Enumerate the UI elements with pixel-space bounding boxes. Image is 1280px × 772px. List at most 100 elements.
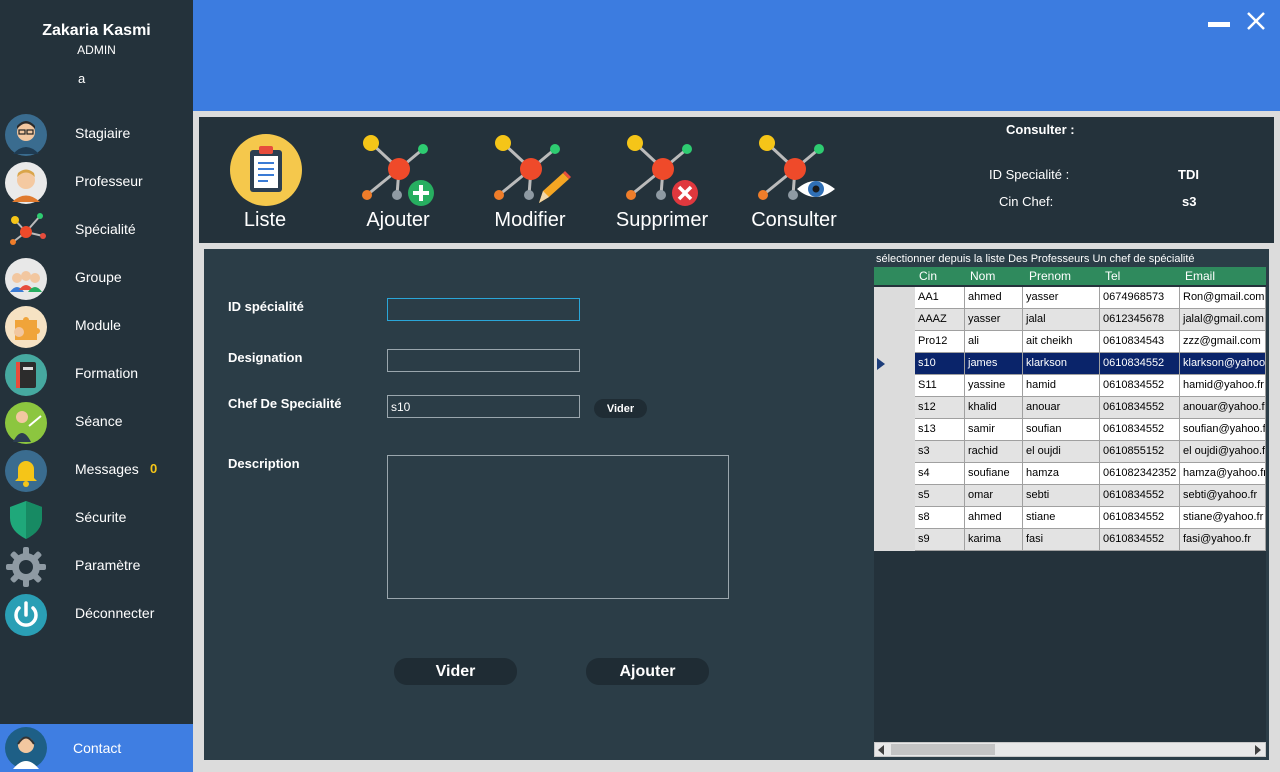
table-cell[interactable]: zzz@gmail.com bbox=[1180, 331, 1266, 353]
sidebar-item-groupe[interactable]: Groupe bbox=[0, 256, 193, 302]
table-cell[interactable]: soufiane bbox=[965, 463, 1023, 485]
table-cell[interactable]: s9 bbox=[915, 529, 965, 551]
table-cell[interactable]: AAAZ bbox=[915, 309, 965, 331]
table-cell[interactable]: samir bbox=[965, 419, 1023, 441]
row-header[interactable] bbox=[874, 441, 915, 463]
designation-input[interactable] bbox=[387, 349, 580, 372]
table-row[interactable]: s12 khalid anouar 0610834552 anouar@yahoo.fr bbox=[874, 397, 1266, 419]
table-cell[interactable]: 0610834552 bbox=[1100, 529, 1180, 551]
sidebar-item-seance[interactable]: Séance bbox=[0, 400, 193, 446]
modifier-button[interactable]: Modifier bbox=[487, 117, 573, 243]
close-icon[interactable] bbox=[1243, 8, 1269, 34]
table-cell[interactable]: klarkson@yahoo.fr bbox=[1180, 353, 1266, 375]
table-cell[interactable]: s4 bbox=[915, 463, 965, 485]
table-cell[interactable]: ahmed bbox=[965, 507, 1023, 529]
table-cell[interactable]: yasser bbox=[1023, 287, 1100, 309]
scroll-left-icon[interactable] bbox=[878, 745, 884, 755]
table-cell[interactable]: 0610834552 bbox=[1100, 353, 1180, 375]
row-header[interactable] bbox=[874, 309, 915, 331]
table-cell[interactable]: s10 bbox=[915, 353, 965, 375]
minimize-button[interactable] bbox=[1208, 22, 1230, 27]
table-cell[interactable]: anouar bbox=[1023, 397, 1100, 419]
id-specialite-input[interactable] bbox=[387, 298, 580, 321]
table-cell[interactable]: el oujdi bbox=[1023, 441, 1100, 463]
table-cell[interactable]: AA1 bbox=[915, 287, 965, 309]
row-header[interactable] bbox=[874, 419, 915, 441]
table-cell[interactable]: el oujdi@yahoo.fr bbox=[1180, 441, 1266, 463]
table-cell[interactable]: jalal bbox=[1023, 309, 1100, 331]
table-row[interactable]: Pro12 ali ait cheikh 0610834543 zzz@gmail.co… bbox=[874, 331, 1266, 353]
table-cell[interactable]: 0674968573 bbox=[1100, 287, 1180, 309]
table-cell[interactable]: stiane bbox=[1023, 507, 1100, 529]
sidebar-item-stagiaire[interactable]: Stagiaire bbox=[0, 112, 193, 158]
row-header[interactable] bbox=[874, 397, 915, 419]
table-cell[interactable]: sebti@yahoo.fr bbox=[1180, 485, 1266, 507]
table-cell[interactable]: fasi bbox=[1023, 529, 1100, 551]
table-cell[interactable]: s5 bbox=[915, 485, 965, 507]
table-cell[interactable]: s3 bbox=[915, 441, 965, 463]
table-row[interactable]: s5 omar sebti 0610834552 sebti@yahoo.fr bbox=[874, 485, 1266, 507]
vider-button[interactable]: Vider bbox=[394, 658, 517, 685]
vider-chef-button[interactable]: Vider bbox=[594, 399, 647, 418]
table-cell[interactable]: hamid bbox=[1023, 375, 1100, 397]
row-header[interactable] bbox=[874, 463, 915, 485]
table-cell[interactable]: 0610834552 bbox=[1100, 507, 1180, 529]
table-cell[interactable]: 0610834552 bbox=[1100, 485, 1180, 507]
row-header[interactable] bbox=[874, 331, 915, 353]
horizontal-scrollbar[interactable] bbox=[874, 742, 1266, 757]
table-cell[interactable]: james bbox=[965, 353, 1023, 375]
sidebar-item-messages[interactable]: Messages 0 bbox=[0, 448, 193, 494]
table-cell[interactable]: 0610834552 bbox=[1100, 375, 1180, 397]
table-row[interactable]: s9 karima fasi 0610834552 fasi@yahoo.fr bbox=[874, 529, 1266, 551]
ajouter-toolbar-button[interactable]: Ajouter bbox=[355, 117, 441, 243]
sidebar-item-securite[interactable]: Sécurite bbox=[0, 496, 193, 542]
chef-specialite-input[interactable] bbox=[387, 395, 580, 418]
table-cell[interactable]: s13 bbox=[915, 419, 965, 441]
table-cell[interactable]: fasi@yahoo.fr bbox=[1180, 529, 1266, 551]
table-cell[interactable]: S11 bbox=[915, 375, 965, 397]
table-row[interactable]: s13 samir soufian 0610834552 soufian@yahoo.f… bbox=[874, 419, 1266, 441]
table-cell[interactable]: sebti bbox=[1023, 485, 1100, 507]
table-row[interactable]: S11 yassine hamid 0610834552 hamid@yahoo.fr bbox=[874, 375, 1266, 397]
table-cell[interactable]: Ron@gmail.com bbox=[1180, 287, 1266, 309]
row-header[interactable] bbox=[874, 287, 915, 309]
row-header[interactable] bbox=[874, 507, 915, 529]
description-textarea[interactable] bbox=[387, 455, 729, 599]
sidebar-item-professeur[interactable]: Professeur bbox=[0, 160, 193, 206]
table-cell[interactable]: ahmed bbox=[965, 287, 1023, 309]
sidebar-item-module[interactable]: Module bbox=[0, 304, 193, 350]
supprimer-button[interactable]: Supprimer bbox=[611, 117, 713, 243]
scrollbar-thumb[interactable] bbox=[891, 744, 995, 755]
table-row[interactable]: AA1 ahmed yasser 0674968573 Ron@gmail.com bbox=[874, 287, 1266, 309]
scroll-right-icon[interactable] bbox=[1255, 745, 1261, 755]
row-header[interactable] bbox=[874, 353, 915, 375]
table-cell[interactable]: hamza@yahoo.fr bbox=[1180, 463, 1266, 485]
table-cell[interactable]: yassine bbox=[965, 375, 1023, 397]
table-cell[interactable]: 0610855152 bbox=[1100, 441, 1180, 463]
column-header-nom[interactable]: Nom bbox=[970, 269, 995, 283]
table-cell[interactable]: omar bbox=[965, 485, 1023, 507]
liste-button[interactable]: Liste bbox=[224, 117, 306, 243]
table-cell[interactable]: hamid@yahoo.fr bbox=[1180, 375, 1266, 397]
row-header[interactable] bbox=[874, 485, 915, 507]
professeurs-grid[interactable]: Cin Nom Prenom Tel Email AA1 ahmed yasser 0… bbox=[874, 267, 1266, 757]
table-cell[interactable]: yasser bbox=[965, 309, 1023, 331]
table-cell[interactable]: 0610834552 bbox=[1100, 397, 1180, 419]
table-cell[interactable]: 0610834543 bbox=[1100, 331, 1180, 353]
table-cell[interactable]: ali bbox=[965, 331, 1023, 353]
column-header-cin[interactable]: Cin bbox=[919, 269, 937, 283]
table-cell[interactable]: jalal@gmail.com bbox=[1180, 309, 1266, 331]
sidebar-item-parametre[interactable]: Paramètre bbox=[0, 544, 193, 590]
row-header[interactable] bbox=[874, 529, 915, 551]
table-cell[interactable]: anouar@yahoo.fr bbox=[1180, 397, 1266, 419]
table-cell[interactable]: khalid bbox=[965, 397, 1023, 419]
table-cell[interactable]: 0612345678 bbox=[1100, 309, 1180, 331]
table-cell[interactable]: rachid bbox=[965, 441, 1023, 463]
table-cell[interactable]: karima bbox=[965, 529, 1023, 551]
table-cell[interactable]: 0610834552 bbox=[1100, 419, 1180, 441]
table-cell[interactable]: 061082342352 bbox=[1100, 463, 1180, 485]
table-cell[interactable]: klarkson bbox=[1023, 353, 1100, 375]
row-header[interactable] bbox=[874, 375, 915, 397]
table-row[interactable]: s3 rachid el oujdi 0610855152 el oujdi@yahoo… bbox=[874, 441, 1266, 463]
consulter-button[interactable]: Consulter bbox=[745, 117, 843, 243]
